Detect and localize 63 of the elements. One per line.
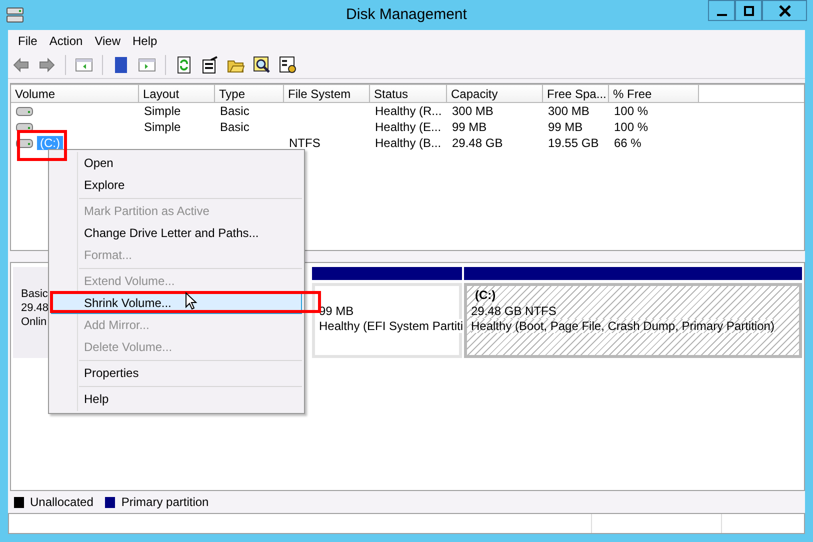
table-cell: 99 MB — [452, 120, 487, 134]
context-menu-item[interactable]: Open — [51, 152, 302, 174]
partition-size: 29.48 GB NTFS — [471, 304, 556, 318]
table-cell: Basic — [220, 120, 250, 134]
window-title: Disk Management — [345, 6, 468, 23]
table-cell: 19.55 GB — [548, 136, 599, 150]
legend-label: Unallocated — [30, 495, 94, 509]
partition-name: (C:) — [474, 288, 497, 303]
forward-arrow-icon[interactable] — [38, 56, 56, 74]
table-cell: 300 MB — [548, 104, 590, 118]
column-header[interactable]: % Free — [609, 84, 699, 103]
context-menu-item[interactable]: Explore — [51, 174, 302, 196]
column-header[interactable]: Status — [370, 84, 447, 103]
properties-icon[interactable] — [201, 56, 219, 74]
partition-status: Healthy (EFI System Partiti — [319, 319, 464, 333]
menu-item[interactable]: Action — [43, 34, 89, 48]
disk-info: Basic — [21, 288, 48, 300]
context-menu-item[interactable]: Change Drive Letter and Paths... — [51, 222, 302, 244]
column-header[interactable]: Volume — [11, 84, 139, 103]
close-icon — [778, 4, 790, 16]
table-cell: 100 % — [614, 120, 648, 134]
refresh-icon[interactable] — [175, 56, 193, 74]
table-cell: Simple — [144, 104, 181, 118]
legend-label: Primary partition — [121, 495, 209, 509]
table-cell: 100 % — [614, 104, 648, 118]
column-header[interactable]: Type — [215, 84, 284, 103]
column-header[interactable]: Layout — [139, 84, 215, 103]
drive-icon — [16, 106, 33, 116]
maximize-icon — [744, 6, 754, 16]
menu-item[interactable]: View — [88, 34, 126, 48]
table-cell: Basic — [220, 104, 250, 118]
back-arrow-icon[interactable] — [12, 56, 30, 74]
column-header[interactable]: File System — [284, 84, 370, 103]
maximize-button[interactable] — [735, 0, 762, 21]
table-cell: 99 MB — [548, 120, 583, 134]
table-cell: NTFS — [289, 136, 320, 150]
table-cell: Healthy (E... — [375, 120, 442, 134]
minimize-button[interactable] — [708, 0, 735, 21]
table-cell: Simple — [144, 120, 181, 134]
menu-item[interactable]: Help — [126, 34, 164, 48]
context-menu-item[interactable]: Properties — [51, 362, 302, 384]
disk-info: Onlin — [21, 316, 47, 328]
column-header[interactable]: Free Spa... — [543, 84, 609, 103]
disk-info: 29.48 — [21, 302, 49, 314]
pane-icon[interactable] — [138, 56, 156, 74]
table-cell: Healthy (B... — [375, 136, 442, 150]
table-cell: 300 MB — [452, 104, 494, 118]
close-button[interactable] — [762, 0, 807, 21]
table-cell: 29.48 GB — [452, 136, 503, 150]
search-icon[interactable] — [253, 56, 271, 74]
context-menu-item[interactable]: Help — [51, 388, 302, 410]
partition-block[interactable]: (C:) 29.48 GB NTFS Healthy (Boot, Page File, Crash Dump, Primary Partition) — [464, 283, 802, 358]
pane-icon[interactable] — [75, 56, 93, 74]
column-header[interactable]: Capacity — [447, 84, 543, 103]
mouse-cursor-icon — [185, 292, 199, 312]
partition-status: Healthy (Boot, Page File, Crash Dump, Primary Partition) — [471, 319, 774, 333]
minimize-icon — [716, 14, 726, 16]
table-cell: Healthy (R... — [375, 104, 442, 118]
table-cell: 66 % — [614, 136, 642, 150]
highlight-frame — [17, 130, 67, 161]
disk-management-icon — [6, 6, 24, 24]
drive-icon — [16, 122, 33, 132]
menu-item[interactable]: File — [12, 34, 44, 48]
